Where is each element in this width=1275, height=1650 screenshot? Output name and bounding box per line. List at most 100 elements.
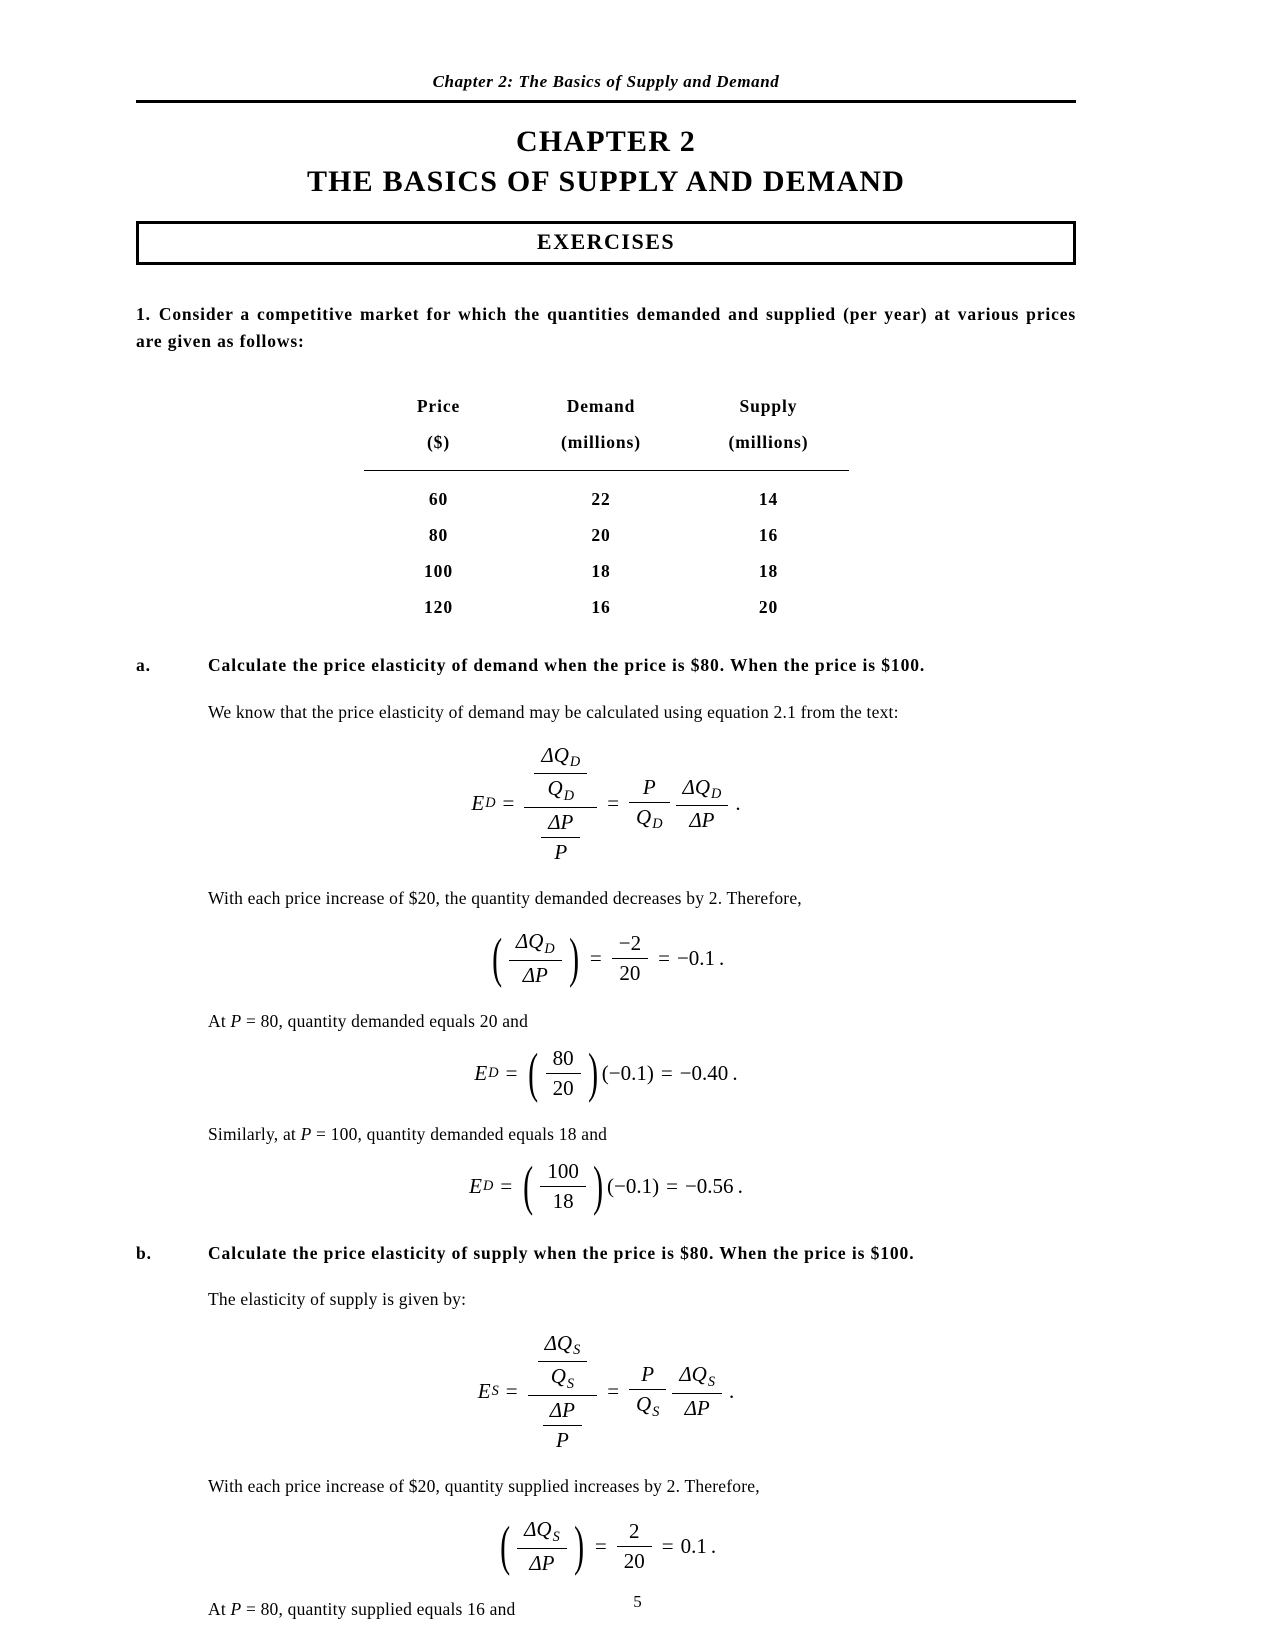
- p: P: [554, 839, 568, 864]
- column-unit-supply: (millions): [728, 432, 809, 453]
- q-s: Q: [550, 1364, 566, 1389]
- denominator-18: 18: [552, 1189, 574, 1214]
- numerator-p: P: [634, 1362, 661, 1389]
- numerator-minus2: −2: [618, 930, 642, 955]
- fraction-dqs-over-dp: ΔQS ΔP: [672, 1362, 722, 1421]
- eq-equals-2: =: [666, 1174, 678, 1199]
- table-rule-cell: [363, 462, 849, 479]
- eq-subscript-D: D: [483, 1178, 494, 1195]
- eq-symbol-ED: E: [471, 791, 485, 816]
- numerator-100: 100: [547, 1159, 579, 1184]
- denominator-20: 20: [619, 960, 641, 985]
- equation-ed-at-100: ED = ( 100 18 ) (−0.1) = −0.56.: [136, 1159, 1076, 1214]
- column-header-price: Price: [416, 396, 461, 417]
- cell-supply: 20: [758, 597, 779, 618]
- cell-demand: 20: [591, 525, 611, 546]
- part-b-letter: b.: [136, 1243, 152, 1264]
- table-units-row: ($) (millions) (millions): [364, 425, 849, 462]
- delta-q-s: ΔQ: [544, 1330, 573, 1355]
- numerator-dqs: ΔQS: [672, 1362, 722, 1393]
- compound-numerator: ΔQD QD: [524, 743, 597, 807]
- problem-1-number: 1.: [136, 304, 151, 324]
- left-paren: (: [528, 1042, 539, 1104]
- table-row: 100 18 18: [364, 554, 849, 590]
- inner-fraction-dq-over-q: ΔQS QS: [537, 1330, 588, 1393]
- eq-equals-1: =: [500, 1174, 513, 1199]
- inner-numerator: ΔP: [543, 1398, 582, 1425]
- eq-symbol-ED: E: [469, 1174, 482, 1199]
- chapter-title: THE BASICS OF SUPPLY AND DEMAND: [306, 165, 906, 198]
- q: Q: [636, 1392, 652, 1417]
- eq-result: −0.1: [676, 945, 716, 970]
- part-b-prompt: Calculate the price elasticity of supply…: [208, 1243, 915, 1264]
- subscript-d: D: [544, 940, 555, 957]
- fraction-minus2-over-20: −2 20: [611, 930, 649, 986]
- cell-supply: 16: [758, 525, 779, 546]
- left-paren: (: [523, 1155, 534, 1217]
- numerator-2: 2: [629, 1518, 640, 1543]
- cell-price: 120: [424, 597, 453, 618]
- right-paren: ): [573, 1515, 584, 1577]
- fraction-100-over-18: 100 18: [540, 1159, 586, 1214]
- document-page: Chapter 2: The Basics of Supply and Dema…: [0, 0, 1275, 1650]
- compound-denominator: ΔP P: [531, 808, 590, 865]
- inner-numerator: ΔQD: [534, 743, 587, 774]
- subscript-d: D: [563, 787, 575, 804]
- delta-q-s: ΔQ: [524, 1517, 552, 1542]
- cell-supply: 14: [758, 489, 779, 510]
- eq-period: .: [737, 1174, 743, 1199]
- cell-demand: 22: [591, 489, 611, 510]
- fraction-dqs-over-dp: ΔQS ΔP: [517, 1517, 567, 1576]
- fraction-p-over-qs: P QS: [629, 1362, 667, 1421]
- left-paren: (: [499, 1515, 510, 1577]
- compound-numerator: ΔQS QS: [528, 1331, 598, 1395]
- denominator-qs: QS: [629, 1390, 666, 1421]
- p: P: [641, 1362, 655, 1387]
- delta-p: ΔP: [689, 808, 715, 833]
- denominator-20: 20: [623, 1548, 645, 1573]
- problem-1: 1. Consider a competitive market for whic…: [136, 301, 1076, 355]
- denominator-20: 20: [552, 1075, 574, 1100]
- numerator-dqd: ΔQD: [509, 929, 562, 960]
- subscript-d: D: [652, 816, 663, 833]
- q: Q: [636, 804, 652, 829]
- eq-period: .: [735, 791, 741, 816]
- cell-price: 100: [424, 561, 453, 582]
- column-header-demand: Demand: [566, 396, 636, 417]
- inner-numerator: ΔP: [541, 810, 580, 837]
- eq-symbol-ED: E: [474, 1060, 488, 1085]
- problem-1-text: Consider a competitive market for which …: [136, 304, 1076, 352]
- part-a: a. Calculate the price elasticity of dem…: [136, 652, 1076, 678]
- page-content: Chapter 2: The Basics of Supply and Dema…: [136, 0, 1076, 1622]
- right-paren: ): [568, 927, 579, 989]
- supply-demand-table-wrapper: Price Demand Supply ($) (millions) (mill…: [136, 389, 1076, 626]
- subscript-d: D: [711, 786, 722, 803]
- cell-demand: 18: [591, 561, 611, 582]
- variable-p: P: [230, 1010, 242, 1031]
- fraction-80-over-20: 80 20: [545, 1045, 581, 1101]
- delta-q-d: ΔQ: [515, 929, 544, 954]
- parenthesized-fraction: ( ΔQS ΔP ): [496, 1517, 588, 1576]
- text-at: At: [208, 1010, 231, 1031]
- fraction-dqd-over-dp: ΔQD ΔP: [508, 929, 562, 988]
- numerator-80: 80: [552, 1045, 574, 1070]
- eq-equals-2: =: [660, 1060, 673, 1085]
- fraction-2-over-20: 2 20: [616, 1518, 652, 1574]
- fraction-dqd-over-dp: ΔQD ΔP: [675, 775, 729, 834]
- variable-p: P: [300, 1123, 312, 1144]
- eq-subscript-S: S: [491, 1383, 499, 1400]
- inner-fraction-dq-over-q: ΔQD QD: [534, 743, 588, 805]
- part-a-intro: We know that the price elasticity of dem…: [208, 701, 899, 722]
- eq-equals-2: =: [658, 945, 670, 970]
- eq-factor: (−0.1): [607, 1174, 660, 1199]
- inner-fraction-dp-over-p: ΔP P: [541, 810, 581, 865]
- table-row: 80 20 16: [364, 518, 849, 554]
- supply-demand-table: Price Demand Supply ($) (millions) (mill…: [363, 389, 849, 626]
- left-paren: (: [491, 927, 502, 989]
- part-a-paragraph-4: Similarly, at P = 100, quantity demanded…: [208, 1121, 1076, 1147]
- denominator-dp: ΔP: [678, 1394, 717, 1421]
- compound-denominator: ΔP P: [533, 1396, 592, 1453]
- eq-equals-1: =: [594, 1533, 607, 1558]
- subscript-s: S: [573, 1342, 581, 1359]
- denominator-dp: ΔP: [516, 961, 555, 988]
